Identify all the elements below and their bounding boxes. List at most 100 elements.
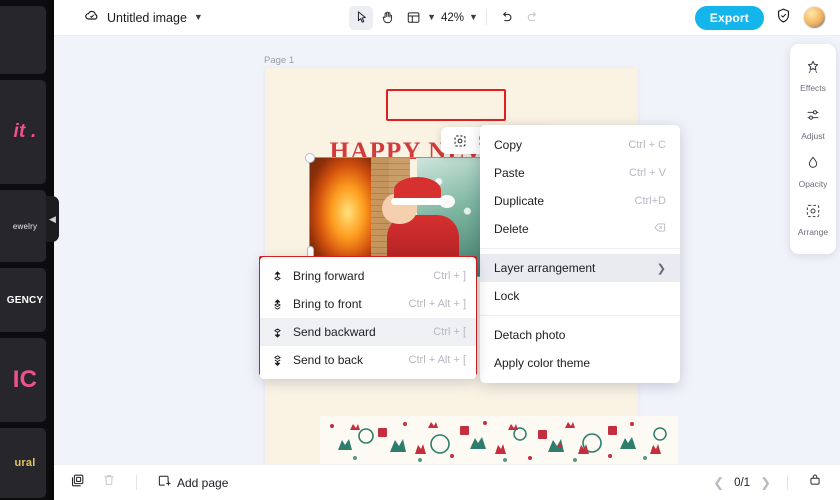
submenu-label: Bring to front — [293, 297, 362, 311]
submenu-shortcut: Ctrl + [ — [433, 326, 466, 338]
cloud-save-icon — [84, 7, 100, 28]
duplicate-page-button[interactable] — [66, 472, 88, 494]
chevron-left-icon: ◀ — [49, 213, 56, 224]
context-menu-item-duplicate[interactable]: Duplicate Ctrl+D — [480, 187, 680, 215]
export-button[interactable]: Export — [694, 5, 764, 30]
right-tool-panel[interactable]: Effects Adjust Opacity Arrange — [790, 44, 836, 254]
template-card-label: ewelry — [12, 221, 38, 231]
prev-page-button[interactable]: ❮ — [713, 475, 724, 491]
submenu-item-bring-forward[interactable]: Bring forward Ctrl + ] — [260, 262, 476, 290]
add-page-button[interactable]: Add page — [157, 474, 228, 491]
context-menu-divider — [480, 315, 680, 316]
context-menu-item-paste[interactable]: Paste Ctrl + V — [480, 159, 680, 187]
photo-santa-hat-brim — [390, 198, 447, 206]
canvas-area[interactable]: Page 1 HAPPY NEW YEAR — [54, 36, 840, 464]
submenu-item-send-backward[interactable]: Send backward Ctrl + [ — [260, 318, 476, 346]
template-card[interactable]: it . — [0, 80, 46, 184]
sidebar-collapse-handle[interactable]: ◀ — [46, 196, 59, 242]
submenu-item-send-to-back[interactable]: Send to back Ctrl + Alt + [ — [260, 346, 476, 374]
submenu-label: Send to back — [293, 353, 364, 367]
template-card-label: GENCY — [6, 294, 44, 306]
pattern-graphic — [320, 416, 678, 464]
present-icon — [808, 473, 822, 492]
droplet-icon — [805, 155, 821, 176]
submenu-label: Send backward — [293, 325, 376, 339]
template-card[interactable]: ural — [0, 428, 46, 498]
delete-page-button[interactable] — [98, 472, 120, 494]
template-card[interactable]: GENCY — [0, 268, 46, 332]
context-menu-label: Copy — [494, 138, 523, 152]
template-card[interactable] — [0, 6, 46, 74]
redo-button[interactable] — [521, 6, 545, 30]
bottombar-left-group: Add page — [66, 472, 228, 494]
user-avatar[interactable] — [803, 6, 826, 29]
add-page-label: Add page — [177, 475, 229, 490]
panel-item-label: Arrange — [797, 227, 829, 237]
context-menu-shortcut: Ctrl + V — [629, 167, 666, 179]
christmas-pattern-band[interactable] — [320, 416, 678, 464]
center-tool-group: ▼ 42% ▼ — [349, 5, 545, 30]
context-menu-divider — [480, 248, 680, 249]
submenu-shortcut: Ctrl + ] — [433, 270, 466, 282]
topbar-right-group: Export — [694, 5, 826, 30]
panel-item-adjust[interactable]: Adjust — [790, 100, 836, 148]
context-menu-label: Delete — [494, 222, 529, 236]
panel-item-arrange[interactable]: Arrange — [790, 196, 836, 244]
context-menu-item-copy[interactable]: Copy Ctrl + C — [480, 131, 680, 159]
context-menu-shortcut: Ctrl + C — [628, 139, 666, 151]
template-card[interactable]: IC — [0, 338, 46, 422]
sliders-icon — [805, 107, 821, 128]
trash-icon — [102, 473, 116, 492]
zoom-chevron-down-icon[interactable]: ▼ — [469, 13, 478, 22]
hand-tool-button[interactable] — [375, 6, 399, 30]
chevron-right-icon: ❯ — [656, 262, 666, 275]
template-card-label: ural — [14, 457, 36, 469]
next-page-button[interactable]: ❯ — [760, 475, 771, 491]
context-menu-label: Duplicate — [494, 194, 545, 208]
document-title-group[interactable]: Untitled image ▼ — [84, 7, 203, 28]
context-menu-item-detach-photo[interactable]: Detach photo — [480, 321, 680, 349]
resize-handle-corner[interactable] — [305, 153, 315, 163]
layout-tool-button[interactable] — [401, 6, 425, 30]
context-menu-item-delete[interactable]: Delete — [480, 215, 680, 243]
context-menu-item-lock[interactable]: Lock — [480, 282, 680, 310]
template-sidebar[interactable]: it . ewelry GENCY IC ural — [0, 0, 54, 500]
context-menu-item-apply-color-theme[interactable]: Apply color theme — [480, 349, 680, 377]
present-button[interactable] — [804, 472, 826, 494]
duplicate-page-icon — [70, 473, 85, 493]
undo-button[interactable] — [495, 6, 519, 30]
template-card[interactable]: ewelry — [0, 190, 46, 262]
submenu-item-bring-to-front[interactable]: Bring to front Ctrl + Alt + ] — [260, 290, 476, 318]
rail-shadow — [46, 0, 54, 500]
bottom-toolbar: Add page ❮ 0/1 ❯ — [54, 464, 840, 500]
template-card-label: IC — [12, 366, 38, 393]
cutout-icon[interactable] — [453, 134, 467, 148]
panel-item-opacity[interactable]: Opacity — [790, 148, 836, 196]
layer-arrangement-submenu[interactable]: Bring forward Ctrl + ] Bring to front Ct… — [260, 257, 476, 379]
chevron-down-icon[interactable]: ▼ — [194, 13, 203, 22]
context-menu-label: Lock — [494, 289, 520, 303]
toolbar-divider — [485, 10, 487, 25]
page-indicator: 0/1 — [734, 476, 751, 489]
select-tool-button[interactable] — [349, 5, 374, 30]
panel-item-label: Adjust — [801, 131, 825, 141]
submenu-shortcut: Ctrl + Alt + [ — [408, 354, 466, 366]
submenu-shortcut: Ctrl + Alt + ] — [408, 298, 466, 310]
send-to-back-icon — [270, 354, 284, 367]
add-page-icon — [157, 474, 171, 491]
layout-chevron-down-icon[interactable]: ▼ — [427, 13, 436, 22]
bottombar-divider — [136, 475, 137, 490]
top-toolbar: Untitled image ▼ ▼ 42% ▼ Export — [54, 0, 840, 36]
effects-sparkle-icon — [805, 59, 821, 80]
context-menu-item-layer-arrangement[interactable]: Layer arrangement ❯ — [480, 254, 680, 282]
context-menu-label: Apply color theme — [494, 356, 591, 370]
document-title: Untitled image — [107, 10, 187, 25]
context-menu[interactable]: Copy Ctrl + C Paste Ctrl + V Duplicate C… — [480, 125, 680, 383]
send-backward-icon — [270, 326, 284, 339]
photo-santa-hat-pom — [438, 194, 455, 208]
bottombar-right-group: ❮ 0/1 ❯ — [713, 472, 826, 494]
arrange-frame-icon — [805, 203, 821, 224]
shield-check-icon[interactable] — [775, 7, 792, 29]
panel-item-effects[interactable]: Effects — [790, 52, 836, 100]
context-menu-label: Paste — [494, 166, 525, 180]
